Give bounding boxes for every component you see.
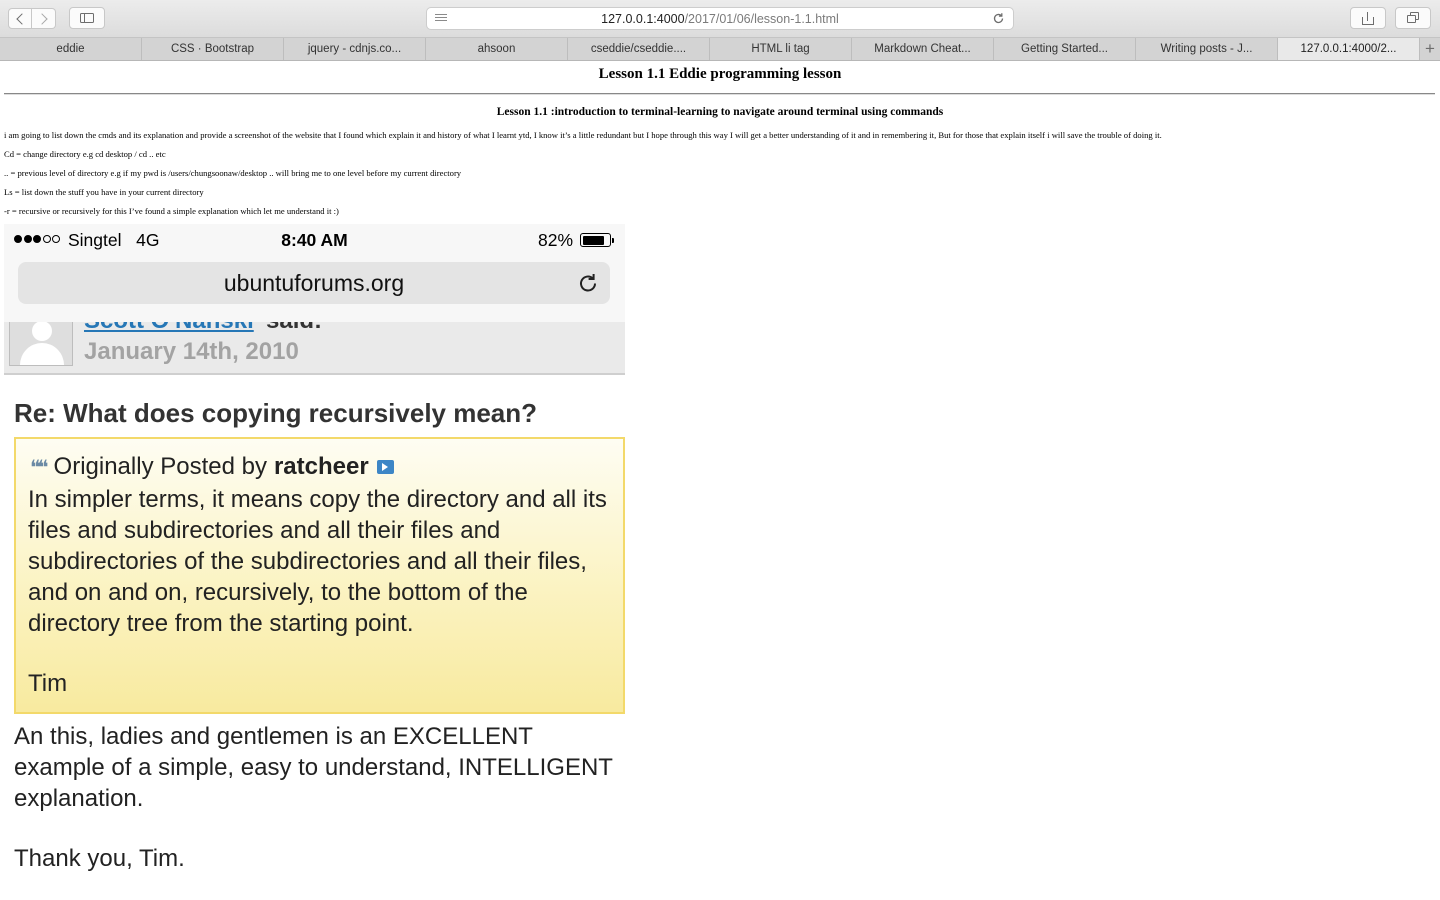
- post-title: Re: What does copying recursively mean?: [14, 398, 538, 428]
- thanks-text: Thank you, Tim.: [14, 845, 185, 872]
- reply-text: An this, ladies and gentlemen is an EXCE…: [14, 723, 613, 812]
- battery-icon: [580, 233, 611, 247]
- quote-prefix: Originally Posted by: [53, 453, 267, 480]
- tabs-overview-icon: [1406, 12, 1420, 24]
- view-post-icon: [376, 460, 394, 474]
- said-label: said:: [266, 322, 322, 335]
- post-header: Scott O'Nanski said: January 14th, 2010: [4, 322, 625, 375]
- share-icon: [1362, 11, 1374, 25]
- share-button[interactable]: [1350, 7, 1386, 29]
- post-date: January 14th, 2010: [84, 338, 299, 365]
- quote-icon: ❝❝: [30, 456, 48, 479]
- quote-signature: Tim: [28, 670, 68, 697]
- browser-tab[interactable]: ahsoon: [426, 38, 568, 60]
- battery-tip: [612, 238, 614, 243]
- quote-header: ❝❝ Originally Posted by ratcheer: [30, 453, 394, 481]
- tab-bar: eddie CSS · Bootstrap jquery - cdnjs.co...…: [0, 38, 1440, 61]
- battery-level: [582, 235, 604, 245]
- section-title: Lesson 1.1 :introduction to terminal-lea…: [496, 106, 944, 118]
- phone-screenshot-image: Singtel 4G 8:40 AM 82% ubuntuforums.org …: [4, 224, 625, 900]
- browser-tab[interactable]: 127.0.0.1:4000/2...: [1278, 38, 1420, 60]
- browser-tab[interactable]: Markdown Cheat...: [852, 38, 994, 60]
- poster-name: Scott O'Nanski: [84, 322, 254, 335]
- new-tab-button[interactable]: +: [1420, 38, 1440, 60]
- paragraph-cd: Cd = change directory e.g cd desktop / c…: [4, 149, 166, 159]
- quote-author: ratcheer: [273, 453, 369, 480]
- paragraph-recursive: -r = recursive or recursively for this I…: [4, 206, 339, 216]
- browser-tab[interactable]: HTML li tag: [710, 38, 852, 60]
- sidebar-icon: [80, 13, 94, 23]
- chevron-right-icon: [36, 12, 48, 25]
- chevron-left-icon: [15, 12, 28, 25]
- divider: [4, 93, 1435, 95]
- paragraph-ls: Ls = list down the stuff you have in you…: [4, 187, 204, 197]
- forward-button[interactable]: [32, 8, 56, 29]
- status-time: 8:40 AM: [281, 230, 348, 250]
- back-button[interactable]: [8, 8, 32, 29]
- avatar: [9, 322, 73, 366]
- url-path: /2017/01/06/lesson-1.1.html: [684, 12, 839, 26]
- page-title: Lesson 1.1 Eddie programming lesson: [598, 66, 842, 82]
- browser-tab[interactable]: CSS · Bootstrap: [142, 38, 284, 60]
- ios-reload-icon: [580, 274, 596, 292]
- address-bar[interactable]: 127.0.0.1:4000/2017/01/06/lesson-1.1.htm…: [426, 7, 1014, 30]
- ios-url-field: ubuntuforums.org: [18, 262, 610, 304]
- browser-tab[interactable]: cseddie/cseddie....: [568, 38, 710, 60]
- reload-icon[interactable]: [992, 12, 1005, 25]
- ios-site-name: ubuntuforums.org: [223, 270, 405, 296]
- url-host: 127.0.0.1:4000: [601, 12, 685, 26]
- browser-tab[interactable]: Writing posts - J...: [1136, 38, 1278, 60]
- ios-status-bar: Singtel 4G 8:40 AM 82%: [4, 224, 625, 258]
- quote-body: In simpler terms, it means copy the dire…: [28, 486, 607, 637]
- sidebar-toggle-button[interactable]: [69, 7, 105, 29]
- paragraph-intro: i am going to list down the cmds and its…: [4, 130, 1162, 140]
- browser-tab[interactable]: eddie: [0, 38, 142, 60]
- browser-tab[interactable]: jquery - cdnjs.co...: [284, 38, 426, 60]
- battery-percent: 82%: [538, 230, 574, 250]
- paragraph-dotdot: .. = previous level of directory e.g if …: [4, 168, 462, 178]
- ios-address-bar: ubuntuforums.org: [4, 258, 625, 323]
- show-all-tabs-button[interactable]: [1395, 7, 1431, 29]
- quote-box: ❝❝ Originally Posted by ratcheer In simp…: [14, 437, 625, 714]
- address-text: 127.0.0.1:4000/2017/01/06/lesson-1.1.htm…: [427, 12, 1013, 26]
- browser-toolbar: 127.0.0.1:4000/2017/01/06/lesson-1.1.htm…: [0, 0, 1440, 38]
- browser-tab[interactable]: Getting Started...: [994, 38, 1136, 60]
